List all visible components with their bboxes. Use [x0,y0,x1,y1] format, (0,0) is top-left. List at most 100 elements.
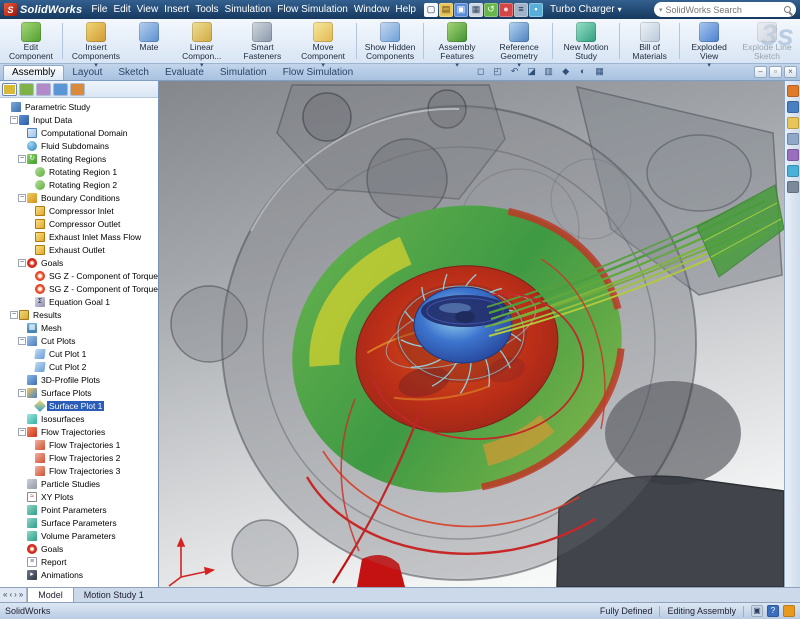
smart-fasteners-button[interactable]: Smart Fasteners [233,20,293,62]
tree-item-cut-plots[interactable]: Cut Plots [0,334,158,347]
tree-item-rotating-region-2[interactable]: Rotating Region 2 [0,178,158,191]
tree-item-flow-trajectories-3[interactable]: Flow Trajectories 3 [0,464,158,477]
display-manager-tab[interactable] [70,83,85,96]
tree-item-compressor-inlet[interactable]: Compressor Inlet [0,204,158,217]
expander-icon[interactable] [18,155,26,163]
options-icon[interactable]: ≡ [514,3,528,17]
tree-item-computational-domain[interactable]: Computational Domain [0,126,158,139]
tree-item-goals[interactable]: Goals [0,256,158,269]
expander-icon[interactable] [18,194,26,202]
hide-show-items-icon[interactable]: ◐ [575,65,590,78]
menu-flow-simulation[interactable]: Flow Simulation [274,2,351,17]
open-icon[interactable]: ▤ [439,3,453,17]
section-view-icon[interactable]: ◪ [524,65,539,78]
toolbox-icon[interactable]: ▪ [529,3,543,17]
tree-item-volume-parameters[interactable]: Volume Parameters [0,529,158,542]
first-tab-button[interactable]: « [3,591,7,599]
expander-icon[interactable] [10,311,18,319]
expander-icon[interactable] [10,116,18,124]
tab-layout[interactable]: Layout [64,66,110,80]
prev-tab-button[interactable]: ‹ [9,591,12,599]
move-component-button[interactable]: Move Component▾ [292,20,354,62]
menu-edit[interactable]: Edit [110,2,133,17]
tree-item-mesh[interactable]: Mesh [0,321,158,334]
close-icon[interactable]: × [784,66,797,78]
tree-item-surface-parameters[interactable]: Surface Parameters [0,516,158,529]
view-orientation-icon[interactable]: ▥ [541,65,556,78]
tab-assembly[interactable]: Assembly [3,65,64,80]
feature-manager-tab[interactable] [2,83,17,96]
tree-item-compressor-outlet[interactable]: Compressor Outlet [0,217,158,230]
zoom-to-area-icon[interactable]: ◰ [490,65,505,78]
configuration-manager-tab[interactable] [36,83,51,96]
tree-item-results[interactable]: Results [0,308,158,321]
tree-item-rotating-region-1[interactable]: Rotating Region 1 [0,165,158,178]
tree-item-animations[interactable]: Animations [0,568,158,581]
print-icon[interactable]: ▦ [469,3,483,17]
property-manager-tab[interactable] [19,83,34,96]
tree-item-surface-plots[interactable]: Surface Plots [0,386,158,399]
expander-icon[interactable] [18,337,26,345]
show-hidden-components-button[interactable]: Show Hidden Components [359,20,421,62]
tree-item-sg-z-component-of-torque-2[interactable]: SG Z - Component of Torque 2 [0,282,158,295]
tree-item-goals[interactable]: Goals [0,542,158,555]
mate-button[interactable]: Mate [127,20,171,62]
search-box[interactable]: ▾ [654,2,796,17]
tree-item-input-data[interactable]: Input Data [0,113,158,126]
search-options-caret-icon[interactable]: ▾ [659,6,663,14]
tree-item-boundary-conditions[interactable]: Boundary Conditions [0,191,158,204]
tree-item-point-parameters[interactable]: Point Parameters [0,503,158,516]
dimxpert-tab[interactable] [53,83,68,96]
new-motion-study-button[interactable]: New Motion Study [555,20,617,62]
tab-model[interactable]: Model [27,588,74,602]
new-document-icon[interactable]: ▢ [424,3,438,17]
minimize-icon[interactable]: – [754,66,767,78]
tree-item-flow-trajectories[interactable]: Flow Trajectories [0,425,158,438]
linear-compon-button[interactable]: Linear Compon...▾ [171,20,233,62]
tree-item-equation-goal-1[interactable]: Equation Goal 1 [0,295,158,308]
expander-icon[interactable] [18,389,26,397]
save-icon[interactable]: ▣ [454,3,468,17]
menu-simulation[interactable]: Simulation [222,2,275,17]
reference-geometry-button[interactable]: Reference Geometry▾ [488,20,550,62]
undo-icon[interactable]: ↺ [484,3,498,17]
tree-item-exhaust-inlet-mass-flow[interactable]: Exhaust Inlet Mass Flow [0,230,158,243]
file-explorer-icon[interactable] [787,117,799,129]
help-icon[interactable]: ? [767,605,779,617]
tab-simulation[interactable]: Simulation [212,66,275,80]
menu-tools[interactable]: Tools [192,2,221,17]
assembly-features-button[interactable]: Assembly Features▾ [426,20,488,62]
last-tab-button[interactable]: » [19,591,23,599]
tree-item-report[interactable]: Report [0,555,158,568]
search-icon[interactable] [784,6,791,13]
custom-properties-icon[interactable] [787,181,799,193]
appearances-icon[interactable] [787,165,799,177]
tree-item-isosurfaces[interactable]: Isosurfaces [0,412,158,425]
quick-tips-icon[interactable] [783,605,795,617]
document-title-dropdown[interactable]: Turbo Charger ▾ [550,4,622,15]
restore-icon[interactable]: ▫ [769,66,782,78]
menu-insert[interactable]: Insert [161,2,192,17]
tree-item-particle-studies[interactable]: Particle Studies [0,477,158,490]
tree-item-cut-plot-1[interactable]: Cut Plot 1 [0,347,158,360]
tab-motion-study-1[interactable]: Motion Study 1 [74,588,154,602]
tree-item-surface-plot-1[interactable]: Surface Plot 1 [0,399,158,412]
graphics-viewport[interactable] [159,81,784,587]
viewport-3d-model[interactable] [159,81,784,587]
search-icon[interactable] [787,133,799,145]
display-style-icon[interactable]: ◆ [558,65,573,78]
tree-item-parametric-study[interactable]: Parametric Study [0,100,158,113]
exploded-view-button[interactable]: Exploded View▾ [682,20,736,62]
rebuild-icon[interactable]: ● [499,3,513,17]
edit-component-button[interactable]: Edit Component [2,20,60,62]
menu-window[interactable]: Window [351,2,393,17]
tree-item-exhaust-outlet[interactable]: Exhaust Outlet [0,243,158,256]
menu-view[interactable]: View [134,2,162,17]
tree-item-xy-plots[interactable]: XY Plots [0,490,158,503]
zoom-to-fit-icon[interactable]: ◻ [473,65,488,78]
tree-item-3d-profile-plots[interactable]: 3D-Profile Plots [0,373,158,386]
menu-file[interactable]: File [88,2,110,17]
menu-help[interactable]: Help [392,2,419,17]
tree-item-flow-trajectories-1[interactable]: Flow Trajectories 1 [0,438,158,451]
tab-flow-simulation[interactable]: Flow Simulation [275,66,362,80]
